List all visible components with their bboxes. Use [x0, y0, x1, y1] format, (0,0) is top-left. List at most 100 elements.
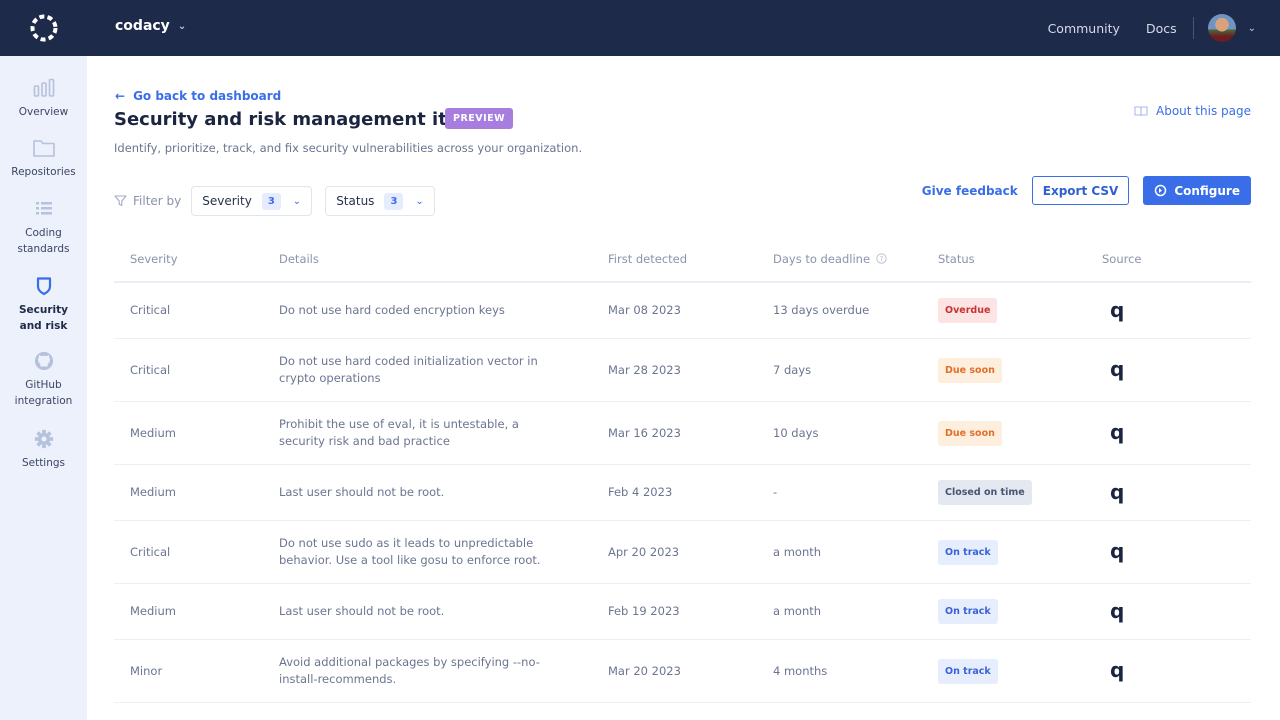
first-detected-cell: Mar 08 2023	[608, 303, 681, 317]
table-header: Severity Details First detected Days to …	[114, 236, 1251, 283]
source-cell: q	[1102, 482, 1251, 504]
give-feedback-link[interactable]: Give feedback	[922, 184, 1018, 198]
divider	[1192, 17, 1194, 39]
sidebar-item-label: Repositories	[11, 166, 76, 178]
first-detected-cell: Mar 16 2023	[608, 425, 681, 440]
table-row[interactable]: Medium Last user should not be root. Feb 4…	[114, 465, 1251, 521]
details-cell: Do not use hard coded initialization vec…	[279, 354, 538, 385]
severity-cell: Critical	[130, 362, 171, 377]
sidebar-item-label: Settings	[21, 457, 66, 469]
status-filter-dropdown[interactable]: Status 3 ⌄	[325, 186, 435, 216]
status-cell: On track	[938, 539, 1102, 565]
sidebar-item-label: GitHub	[25, 379, 62, 391]
column-header-status: Status	[938, 251, 975, 266]
source-tool-icon[interactable]: q	[1102, 599, 1124, 623]
sidebar-item-github-integration[interactable]: GitHub integration	[0, 351, 87, 409]
source-cell: q	[1102, 359, 1251, 381]
status-cell: On track	[938, 599, 1102, 624]
sidebar-item-overview[interactable]: Overview	[0, 78, 87, 120]
book-icon	[1134, 106, 1148, 117]
source-tool-icon[interactable]: q	[1102, 357, 1124, 381]
table-row[interactable]: Medium Last user should not be root. Feb 1…	[114, 584, 1251, 640]
source-tool-icon[interactable]: q	[1102, 539, 1124, 563]
sidebar-item-coding-standards[interactable]: Coding standards	[0, 199, 87, 257]
status-badge: On track	[938, 658, 998, 684]
sidebar-item-label: and risk	[19, 320, 68, 332]
table-row[interactable]: Critical Do not use hard coded initializa…	[114, 339, 1251, 402]
chevron-down-icon: ⌄	[415, 195, 424, 207]
column-header-first-detected[interactable]: First detected	[608, 252, 773, 266]
source-tool-icon[interactable]: q	[1102, 420, 1124, 444]
column-header-severity[interactable]: Severity	[114, 252, 279, 266]
first-detected-cell: Mar 20 2023	[608, 663, 681, 678]
codacy-logo-icon[interactable]	[28, 12, 60, 44]
community-link[interactable]: Community	[1048, 21, 1120, 36]
bar-chart-icon	[33, 78, 54, 97]
chevron-down-icon: ⌄	[292, 195, 302, 207]
organization-switcher[interactable]: codacy ⌄	[115, 18, 186, 34]
status-filter-count: 3	[384, 192, 404, 210]
sidebar-item-repositories[interactable]: Repositories	[0, 138, 87, 180]
source-cell: q	[1102, 422, 1251, 444]
back-to-dashboard-link[interactable]: ← Go back to dashboard	[115, 89, 281, 103]
sidebar-item-label: Coding	[25, 227, 62, 239]
help-icon[interactable]: ?	[876, 253, 887, 264]
details-cell: Avoid additional packages by specifying …	[279, 655, 540, 686]
status-badge: Due soon	[938, 357, 1002, 383]
folder-icon	[32, 140, 55, 157]
source-tool-icon[interactable]: q	[1102, 480, 1124, 504]
status-badge: On track	[938, 599, 998, 624]
sidebar-item-label: standards	[17, 243, 70, 255]
first-detected-cell: Apr 20 2023	[608, 544, 680, 559]
back-link-label: Go back to dashboard	[133, 89, 282, 103]
status-badge: Overdue	[938, 298, 998, 323]
severity-cell: Medium	[130, 485, 176, 499]
severity-cell: Medium	[130, 425, 176, 440]
export-csv-button[interactable]: Export CSV	[1031, 176, 1130, 205]
source-tool-icon[interactable]: q	[1102, 298, 1124, 322]
source-tool-icon[interactable]: q	[1102, 658, 1124, 682]
severity-filter-dropdown[interactable]: Severity 3 ⌄	[191, 186, 313, 216]
details-cell: Prohibit the use of eval, it is untestab…	[279, 417, 519, 448]
table-row[interactable]: Minor Avoid additional packages by specif…	[114, 640, 1251, 703]
configure-label: Configure	[1174, 183, 1240, 198]
gear-icon	[34, 429, 53, 449]
details-cell: Do not use hard coded encryption keys	[279, 303, 505, 317]
sidebar-item-security-and-risk[interactable]: Security and risk	[0, 276, 87, 334]
table-row[interactable]: Critical Do not use sudo as it leads to u…	[114, 521, 1251, 584]
top-navbar: codacy ⌄ Community Docs ⌄	[0, 0, 1280, 56]
days-to-deadline-cell: -	[773, 485, 778, 499]
preview-badge: PREVIEW	[445, 108, 514, 129]
severity-cell: Critical	[130, 544, 171, 559]
filter-icon	[114, 195, 127, 207]
first-detected-cell: Feb 19 2023	[608, 604, 680, 618]
docs-link[interactable]: Docs	[1146, 21, 1177, 36]
about-this-page-link[interactable]: About this page	[1134, 104, 1251, 118]
sidebar-item-settings[interactable]: Settings	[0, 429, 87, 471]
about-link-label: About this page	[1156, 104, 1251, 118]
filter-by-text: Filter by	[133, 194, 182, 208]
column-header-label: Days to deadline	[773, 251, 871, 266]
days-to-deadline-cell: 13 days overdue	[773, 303, 870, 317]
filter-bar: Filter by Severity 3 ⌄ Status 3 ⌄	[114, 186, 448, 216]
severity-cell: Minor	[130, 663, 163, 678]
chevron-down-icon[interactable]: ⌄	[1248, 23, 1256, 34]
days-to-deadline-cell: 7 days	[773, 362, 812, 377]
user-avatar[interactable]	[1207, 14, 1236, 42]
column-header-days-to-deadline[interactable]: Days to deadline ?	[773, 252, 938, 266]
first-detected-cell: Feb 4 2023	[608, 485, 673, 499]
sidebar-item-label: Security	[18, 304, 69, 316]
configure-button[interactable]: Configure	[1143, 176, 1251, 205]
severity-cell: Critical	[130, 303, 171, 317]
status-cell: Closed on time	[938, 480, 1102, 505]
table-row[interactable]: Critical Do not use hard coded encryption…	[114, 283, 1251, 339]
page-subtitle: Identify, prioritize, track, and fix sec…	[114, 141, 583, 155]
table-body: Critical Do not use hard coded encryption…	[114, 283, 1251, 703]
table-row[interactable]: Medium Prohibit the use of eval, it is un…	[114, 402, 1251, 465]
source-cell: q	[1102, 300, 1251, 322]
status-badge: On track	[938, 539, 998, 565]
status-cell: Overdue	[938, 298, 1102, 323]
status-cell: Due soon	[938, 357, 1102, 383]
days-to-deadline-cell: a month	[773, 604, 822, 618]
details-cell: Last user should not be root.	[279, 485, 445, 499]
